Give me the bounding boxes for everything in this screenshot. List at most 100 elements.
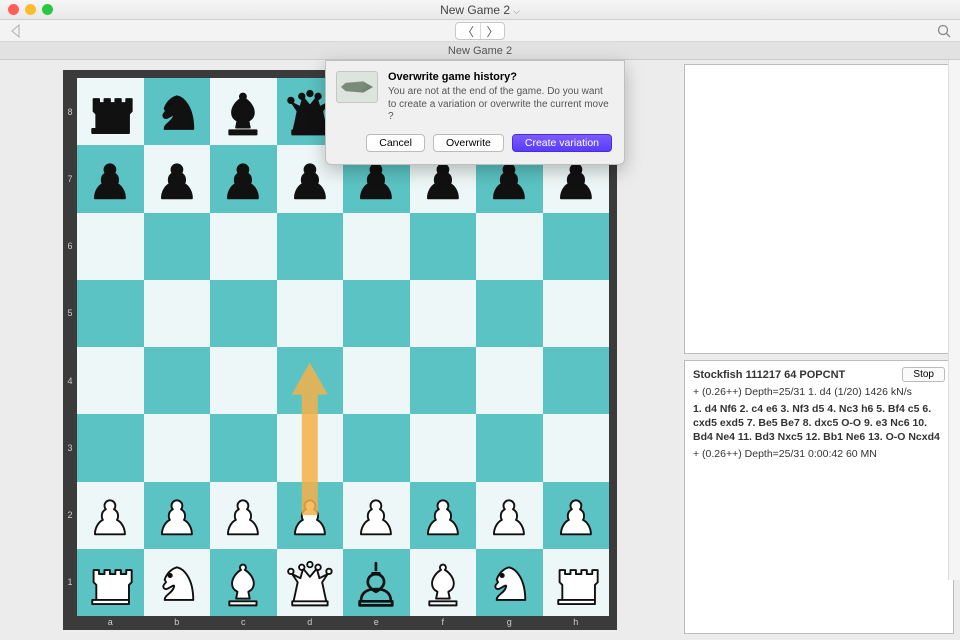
- square-b4[interactable]: [144, 347, 211, 414]
- square-g6[interactable]: [476, 213, 543, 280]
- square-a1[interactable]: [77, 549, 144, 616]
- minimize-window-button[interactable]: [25, 4, 36, 15]
- square-h1[interactable]: [543, 549, 610, 616]
- square-h5[interactable]: [543, 280, 610, 347]
- white-pawn-icon[interactable]: [280, 485, 340, 546]
- square-e5[interactable]: [343, 280, 410, 347]
- create-variation-button[interactable]: Create variation: [512, 134, 612, 152]
- square-d1[interactable]: [277, 549, 344, 616]
- square-b7[interactable]: [144, 145, 211, 212]
- square-c4[interactable]: [210, 347, 277, 414]
- square-f6[interactable]: [410, 213, 477, 280]
- square-a7[interactable]: [77, 145, 144, 212]
- square-e4[interactable]: [343, 347, 410, 414]
- square-c2[interactable]: [210, 482, 277, 549]
- black-bishop-icon[interactable]: [213, 81, 273, 142]
- document-tab[interactable]: New Game 2: [0, 42, 960, 60]
- rank-label: 7: [65, 145, 75, 212]
- titlebar: New Game 2⌵: [0, 0, 960, 20]
- cancel-button[interactable]: Cancel: [366, 134, 425, 152]
- white-rook-icon[interactable]: [546, 552, 606, 613]
- close-window-button[interactable]: [8, 4, 19, 15]
- black-knight-icon[interactable]: [147, 81, 207, 142]
- square-c1[interactable]: [210, 549, 277, 616]
- square-b6[interactable]: [144, 213, 211, 280]
- rank-label: 1: [65, 549, 75, 616]
- file-label: e: [343, 617, 410, 629]
- square-b8[interactable]: [144, 78, 211, 145]
- white-knight-icon[interactable]: [479, 552, 539, 613]
- square-b2[interactable]: [144, 482, 211, 549]
- square-b5[interactable]: [144, 280, 211, 347]
- square-d3[interactable]: [277, 414, 344, 481]
- square-f5[interactable]: [410, 280, 477, 347]
- next-move-button[interactable]: 〉: [480, 23, 504, 39]
- square-e1[interactable]: [343, 549, 410, 616]
- black-pawn-icon[interactable]: [147, 149, 207, 210]
- square-d6[interactable]: [277, 213, 344, 280]
- square-e2[interactable]: [343, 482, 410, 549]
- square-d2[interactable]: [277, 482, 344, 549]
- square-f3[interactable]: [410, 414, 477, 481]
- black-pawn-icon[interactable]: [80, 149, 140, 210]
- square-g4[interactable]: [476, 347, 543, 414]
- overwrite-button[interactable]: Overwrite: [433, 134, 504, 152]
- black-pawn-icon[interactable]: [213, 149, 273, 210]
- square-a6[interactable]: [77, 213, 144, 280]
- square-f1[interactable]: [410, 549, 477, 616]
- square-h3[interactable]: [543, 414, 610, 481]
- square-a2[interactable]: [77, 482, 144, 549]
- back-nav-icon[interactable]: [8, 23, 24, 39]
- square-g2[interactable]: [476, 482, 543, 549]
- square-h6[interactable]: [543, 213, 610, 280]
- white-pawn-icon[interactable]: [147, 485, 207, 546]
- square-b3[interactable]: [144, 414, 211, 481]
- square-g3[interactable]: [476, 414, 543, 481]
- square-a5[interactable]: [77, 280, 144, 347]
- square-c6[interactable]: [210, 213, 277, 280]
- square-c3[interactable]: [210, 414, 277, 481]
- rank-label: 3: [65, 414, 75, 481]
- square-g1[interactable]: [476, 549, 543, 616]
- square-a3[interactable]: [77, 414, 144, 481]
- square-a4[interactable]: [77, 347, 144, 414]
- square-g5[interactable]: [476, 280, 543, 347]
- white-pawn-icon[interactable]: [213, 485, 273, 546]
- square-f2[interactable]: [410, 482, 477, 549]
- square-h2[interactable]: [543, 482, 610, 549]
- zoom-window-button[interactable]: [42, 4, 53, 15]
- square-d5[interactable]: [277, 280, 344, 347]
- white-pawn-icon[interactable]: [80, 485, 140, 546]
- square-a8[interactable]: [77, 78, 144, 145]
- notation-pane[interactable]: [684, 64, 954, 354]
- white-queen-icon[interactable]: [280, 552, 340, 613]
- square-d4[interactable]: [277, 347, 344, 414]
- prev-move-button[interactable]: 〈: [456, 23, 480, 39]
- title-dropdown-icon[interactable]: ⌵: [513, 6, 520, 16]
- dialog-title: Overwrite game history?: [388, 71, 612, 83]
- square-f4[interactable]: [410, 347, 477, 414]
- white-bishop-icon[interactable]: [213, 552, 273, 613]
- white-pawn-icon[interactable]: [346, 485, 406, 546]
- black-rook-icon[interactable]: [80, 81, 140, 142]
- square-c7[interactable]: [210, 145, 277, 212]
- square-e3[interactable]: [343, 414, 410, 481]
- white-king-icon[interactable]: [346, 552, 406, 613]
- square-c8[interactable]: [210, 78, 277, 145]
- white-pawn-icon[interactable]: [413, 485, 473, 546]
- engine-stop-button[interactable]: Stop: [902, 367, 945, 382]
- white-pawn-icon[interactable]: [479, 485, 539, 546]
- engine-pv-line: 1. d4 Nf6 2. c4 e6 3. Nf3 d5 4. Nc3 h6 5…: [693, 402, 945, 445]
- vertical-scrollbar[interactable]: [948, 60, 960, 580]
- search-icon[interactable]: [936, 23, 952, 39]
- square-h4[interactable]: [543, 347, 610, 414]
- square-b1[interactable]: [144, 549, 211, 616]
- white-pawn-icon[interactable]: [546, 485, 606, 546]
- white-knight-icon[interactable]: [147, 552, 207, 613]
- square-c5[interactable]: [210, 280, 277, 347]
- white-bishop-icon[interactable]: [413, 552, 473, 613]
- file-label: d: [277, 617, 344, 629]
- square-e6[interactable]: [343, 213, 410, 280]
- engine-summary-1: + (0.26++) Depth=25/31 1. d4 (1/20) 1426…: [693, 386, 945, 398]
- white-rook-icon[interactable]: [80, 552, 140, 613]
